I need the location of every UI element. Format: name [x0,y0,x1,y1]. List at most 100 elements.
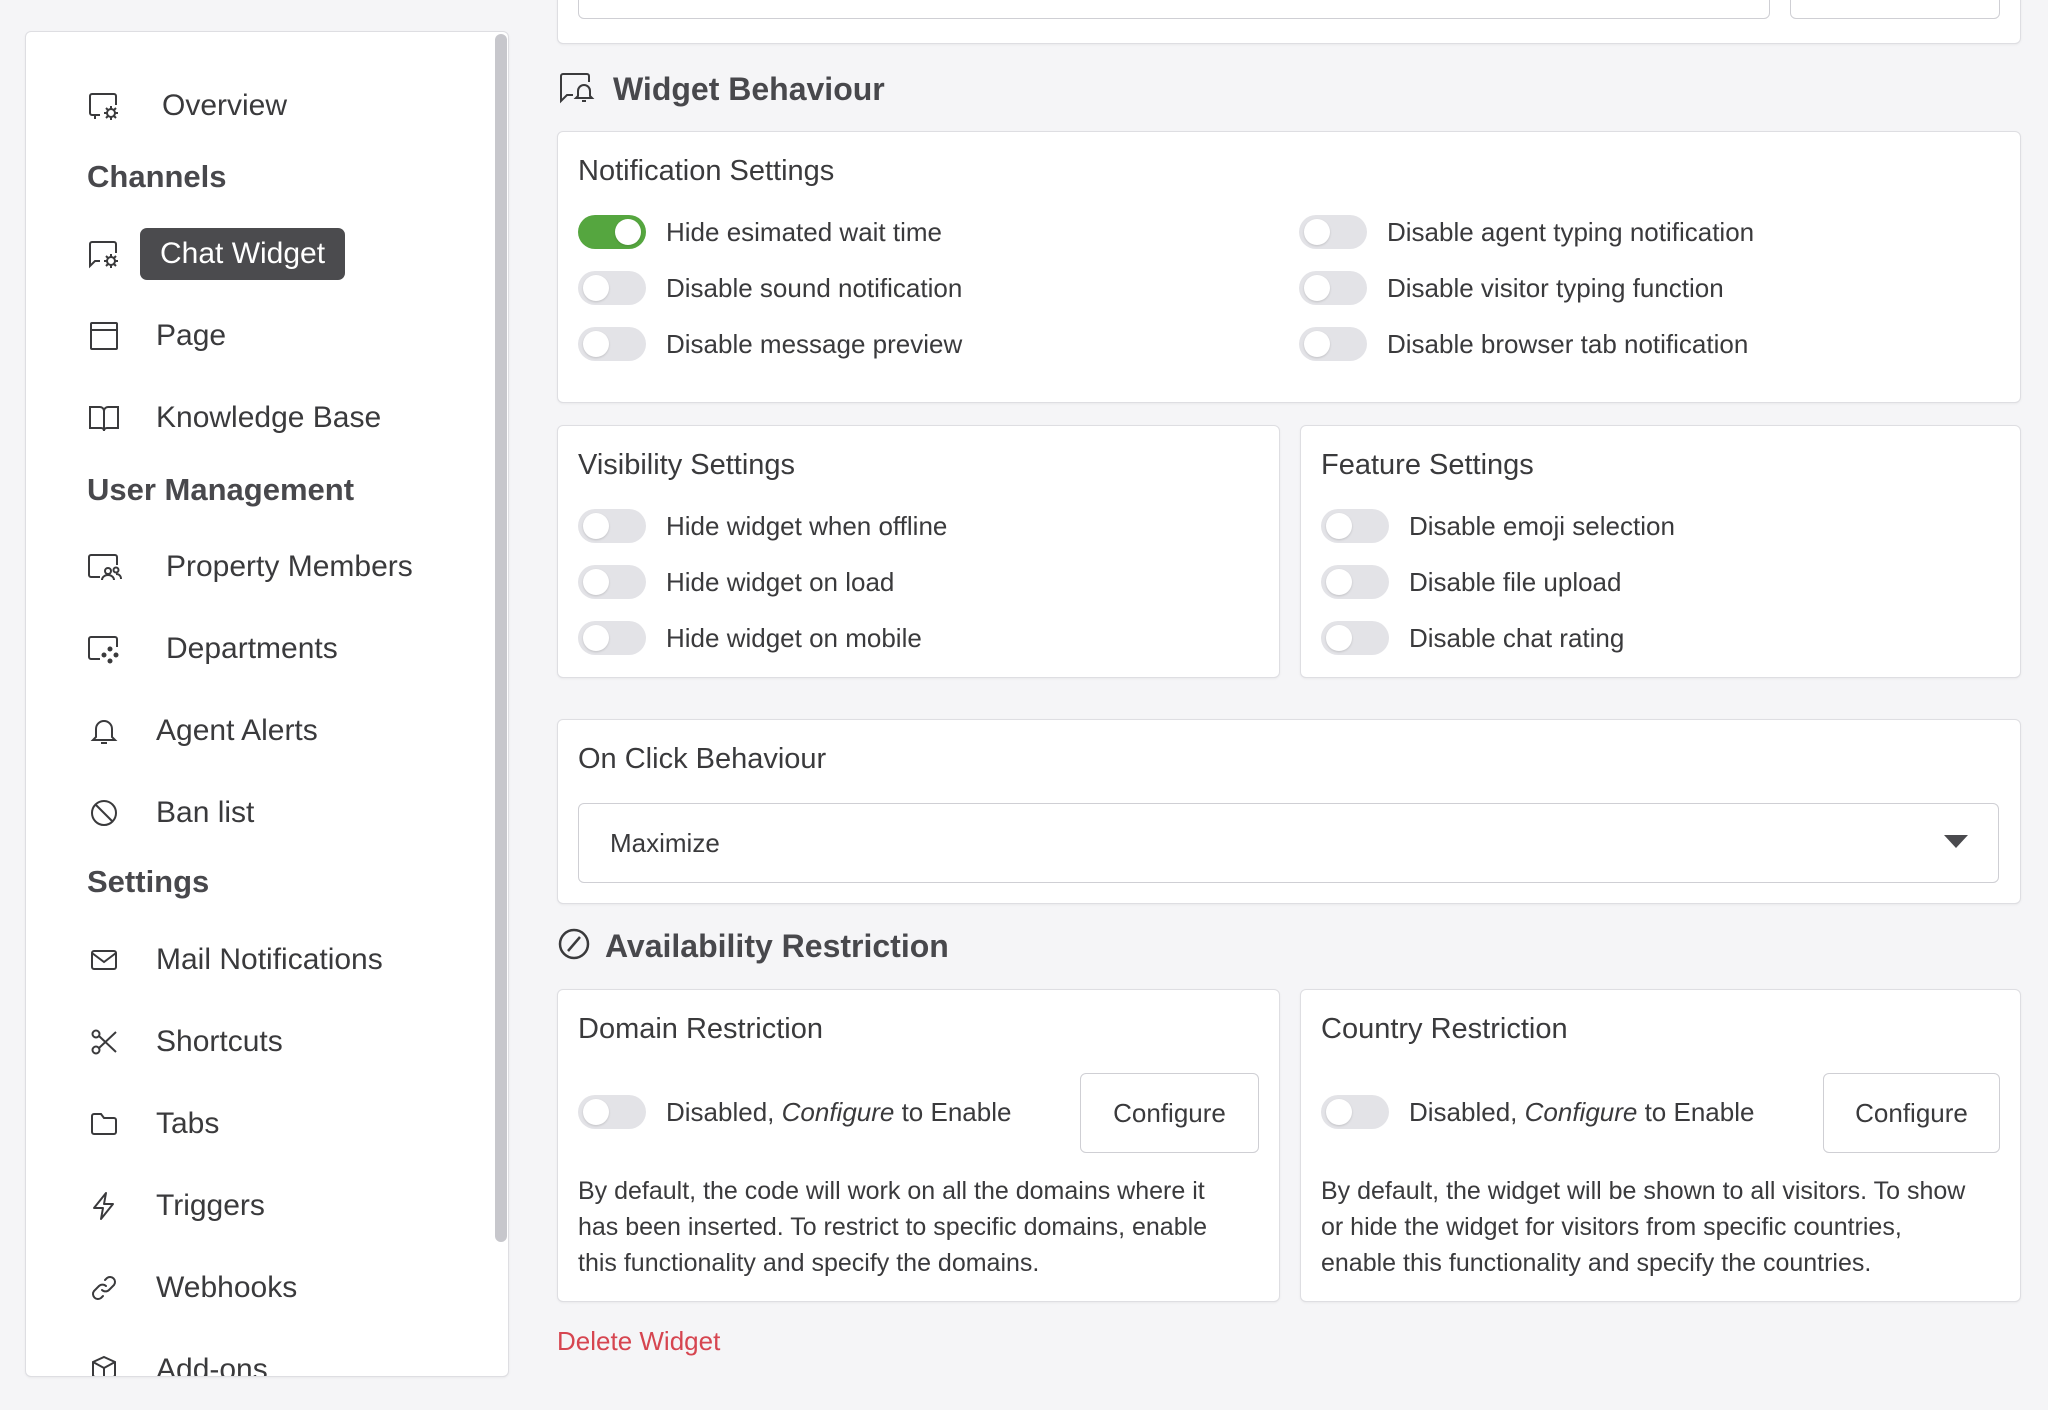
sidebar-item-label: Tabs [156,1107,220,1140]
top-settings-card [557,0,2021,44]
domain-restriction-card: Domain Restriction Disabled, Configure t… [557,989,1280,1302]
toggle-knob [1304,275,1330,301]
toggle-knob [1326,625,1352,651]
status-em: Configure [781,1096,895,1127]
package-icon [84,1350,124,1376]
sidebar-item-label: Property Members [166,550,413,583]
card-title: Visibility Settings [578,449,796,481]
toggle-row: Disable agent typing notification [1299,214,1754,250]
toggle-knob [583,569,609,595]
hide-widget-on-load-toggle[interactable] [578,565,646,599]
toggle-row: Disable file upload [1321,564,1621,600]
toggle-knob [1326,513,1352,539]
domain-description: By default, the code will work on all th… [578,1173,1207,1281]
toggle-knob [1304,219,1330,245]
toggle-label: Disable visitor typing function [1387,272,1724,303]
sidebar-item-webhooks[interactable]: Webhooks [26,1260,486,1316]
folder-icon [84,1104,124,1144]
toggle-knob [583,513,609,539]
toggle-label: Disable file upload [1409,566,1622,597]
monitor-gear-icon [84,86,124,126]
toggle-row: Disabled, Configure to Enable [578,1094,1011,1130]
toggle-label: Hide widget on mobile [666,622,922,653]
toggle-label: Disable message preview [666,328,963,359]
status-text: Disabled, Configure to Enable [666,1097,1011,1128]
disable-sound-toggle[interactable] [578,271,646,305]
toggle-label: Disable chat rating [1409,622,1625,653]
sidebar-item-label: Webhooks [156,1271,298,1304]
toggle-row: Hide widget when offline [578,508,947,544]
sidebar-item-departments[interactable]: Departments [26,621,486,677]
sidebar-item-label: Ban list [156,796,255,829]
hide-widget-mobile-toggle[interactable] [578,621,646,655]
toggle-label: Disable browser tab notification [1387,328,1749,359]
sidebar-scrollbar-thumb[interactable] [495,34,507,1242]
toggle-label: Disable sound notification [666,272,963,303]
chevron-down-icon [1944,835,1968,854]
status-suffix: to Enable [1637,1096,1755,1127]
disable-chat-rating-toggle[interactable] [1321,621,1389,655]
section-title-settings: Settings [87,864,210,899]
sidebar-item-label: Chat Widget [140,228,346,280]
top-text-input[interactable] [578,0,1770,19]
section-title: Availability Restriction [605,928,949,964]
hide-wait-time-toggle[interactable] [578,215,646,249]
domain-configure-button[interactable]: Configure [1080,1073,1259,1153]
toggle-row: Disable visitor typing function [1299,270,1724,306]
description-line: or hide the widget for visitors from spe… [1321,1213,1902,1241]
sidebar-item-label: Shortcuts [156,1025,283,1058]
sidebar-item-label: Departments [166,632,338,665]
sidebar-item-mail-notifications[interactable]: Mail Notifications [26,932,486,988]
sidebar-item-label: Page [156,319,227,352]
disable-emoji-toggle[interactable] [1321,509,1389,543]
toggle-knob [583,331,609,357]
toggle-row: Disable chat rating [1321,620,1624,656]
disable-visitor-typing-toggle[interactable] [1299,271,1367,305]
disable-agent-typing-toggle[interactable] [1299,215,1367,249]
disable-file-upload-toggle[interactable] [1321,565,1389,599]
delete-widget-link[interactable]: Delete Widget [557,1326,720,1357]
ban-icon [84,793,124,833]
sidebar-item-tabs[interactable]: Tabs [26,1096,486,1152]
chat-gear-icon [84,234,124,274]
card-title: Notification Settings [578,155,835,187]
sidebar-item-page[interactable]: Page [26,308,486,364]
sidebar-item-label: Mail Notifications [156,943,383,976]
sidebar-item-knowledge-base[interactable]: Knowledge Base [26,390,486,446]
sidebar-item-shortcuts[interactable]: Shortcuts [26,1014,486,1070]
sidebar-item-property-members[interactable]: Property Members [26,539,486,595]
domain-restriction-toggle[interactable] [578,1095,646,1129]
toggle-knob [583,1099,609,1125]
status-text: Disabled, Configure to Enable [1409,1097,1754,1128]
hide-widget-offline-toggle[interactable] [578,509,646,543]
sidebar-item-ban-list[interactable]: Ban list [26,785,486,841]
sidebar-scrollbar[interactable] [492,32,508,1376]
disable-message-preview-toggle[interactable] [578,327,646,361]
sidebar-item-triggers[interactable]: Triggers [26,1178,486,1234]
toggle-row: Disable emoji selection [1321,508,1675,544]
slash-circle-icon [557,927,591,966]
sidebar-item-label: Overview [162,89,288,122]
description-line: By default, the code will work on all th… [578,1177,1205,1205]
toggle-row: Hide widget on load [578,564,894,600]
card-title: On Click Behaviour [578,743,827,775]
sidebar-item-agent-alerts[interactable]: Agent Alerts [26,703,486,759]
sidebar-item-addons[interactable]: Add-ons [26,1342,486,1376]
select-value: Maximize [610,827,720,858]
card-title: Domain Restriction [578,1013,823,1045]
country-configure-button[interactable]: Configure [1823,1073,2000,1153]
toggle-knob [1326,1099,1352,1125]
on-click-behaviour-select[interactable]: Maximize [578,803,1999,883]
toggle-row: Disable browser tab notification [1299,326,1748,362]
feature-settings-card: Feature Settings Disable emoji selection… [1300,425,2021,678]
sidebar-item-chat-widget[interactable]: Chat Widget [26,226,486,282]
country-restriction-toggle[interactable] [1321,1095,1389,1129]
widget-behaviour-heading: Widget Behaviour [557,68,885,111]
availability-restriction-heading: Availability Restriction [557,927,949,966]
disable-browser-tab-toggle[interactable] [1299,327,1367,361]
sidebar-item-overview[interactable]: Overview [26,78,486,134]
section-title-channels: Channels [87,159,227,194]
top-input-button[interactable] [1790,0,2000,19]
toggle-label: Disable agent typing notification [1387,216,1755,247]
description-line: has been inserted. To restrict to specif… [578,1213,1208,1241]
